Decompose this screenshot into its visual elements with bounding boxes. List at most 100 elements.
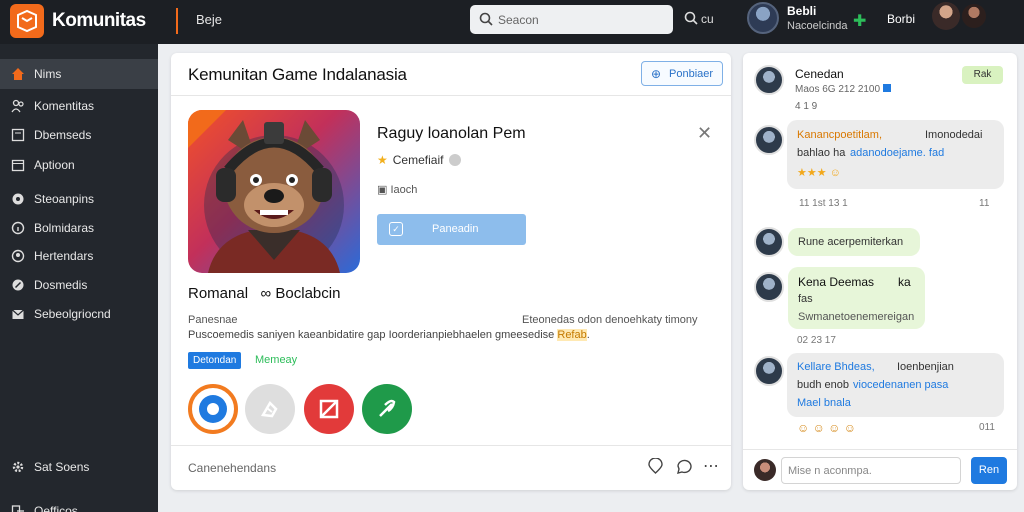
more-icon[interactable]: ⋯ [703, 456, 719, 476]
game-cover-image[interactable] [188, 110, 360, 273]
chat-header-name: Cenedan [795, 67, 844, 81]
share-button-4[interactable] [362, 384, 412, 434]
avatar[interactable] [754, 356, 784, 386]
sidebar-item-edit[interactable]: Dosmedis [0, 270, 158, 300]
main-card: Kemunitan Game Indalanasia ⊕ Ponbiaer Ra… [171, 53, 731, 490]
avatar[interactable] [754, 125, 784, 155]
sidebar-item-people[interactable]: Hertendars [0, 241, 158, 271]
brand-name[interactable]: Komunitas [52, 10, 146, 32]
join-button-label: Paneadin [432, 223, 479, 235]
sidebar-item-mail[interactable]: Sebeolgriocnd [0, 299, 158, 329]
avatar[interactable] [754, 65, 784, 95]
sidebar-item-label: Oefficos [34, 504, 78, 512]
game-sub: ▣ Iaoch [377, 183, 417, 196]
chat-message[interactable]: Kellare Bhdeas, Ioenbenjian budh enob vi… [787, 353, 1004, 417]
message-text: Swmanetoenemereigan [798, 311, 915, 323]
footer-label: Canenehendans [188, 461, 277, 475]
logo[interactable] [10, 4, 44, 38]
share-button-2[interactable] [245, 384, 295, 434]
avatar[interactable] [754, 227, 784, 257]
chat-message[interactable]: Rune acerpemiterkan [788, 228, 920, 256]
message-text: Kena Deemas [798, 275, 875, 289]
flag-icon [319, 399, 339, 419]
avatar[interactable] [747, 2, 779, 34]
top-right-label[interactable]: Borbi [887, 12, 915, 26]
share-button-3[interactable] [304, 384, 354, 434]
reaction-icon[interactable]: ☺ ☺ ☺ ☺ [797, 421, 856, 435]
sidebar-item-documents[interactable]: Dbemseds [0, 120, 158, 150]
message-text: Ioenbenjian [897, 361, 954, 373]
location-icon[interactable] [647, 458, 664, 475]
logo-icon [17, 9, 37, 33]
avatar[interactable] [962, 4, 986, 28]
description-text: Puscoemedis saniyen kaeanbidatire gap Io… [188, 329, 590, 341]
search-box[interactable] [470, 5, 673, 34]
avatar[interactable] [754, 272, 784, 302]
sidebar-item-home[interactable]: Nims [0, 59, 158, 89]
follow-button-label: Ponbiaer [669, 68, 714, 80]
sidebar-item-label: Steoanpins [34, 192, 95, 206]
infinity-icon: ∞ [252, 285, 272, 302]
share-circle-button[interactable] [188, 384, 238, 434]
document-icon [11, 128, 25, 142]
search-label[interactable]: cu [701, 12, 714, 26]
user-name[interactable]: Bebli [787, 4, 816, 18]
join-button[interactable]: ✓ Paneadin [377, 214, 526, 245]
sidebar-item-settings-bottom[interactable]: Sat Soens [0, 452, 158, 482]
page-label[interactable]: Beje [196, 12, 222, 27]
search-icon[interactable] [684, 11, 698, 25]
avatar[interactable] [932, 2, 960, 30]
mail-icon [12, 309, 24, 319]
search-icon [479, 12, 493, 26]
chat-input-row: Ren [743, 449, 1017, 490]
sidebar-item-label: Sebeolgriocnd [34, 307, 111, 321]
calendar-icon [11, 159, 25, 172]
chat-panel: Cenedan Maos 6G 212 2100 4 1 9 Rak Kanan… [743, 53, 1017, 490]
timestamp: 11 1st 13 1 [799, 198, 848, 209]
description-label: Panesnae [188, 314, 238, 326]
description-body: Puscoemedis saniyen kaeanbidatire gap Io… [188, 329, 555, 341]
game-sub-text: Iaoch [390, 184, 418, 196]
people-icon [11, 249, 25, 263]
gear-icon [12, 461, 24, 473]
user-plus-icon: ⊕ [651, 67, 662, 81]
description-highlight: Refab [557, 329, 587, 341]
developer-name: Romanal ∞ Boclabcin [188, 285, 340, 302]
user-subtitle: Nacoelcinda [787, 20, 848, 32]
chat-header-meta: 4 1 9 [795, 101, 818, 112]
sidebar-item-calendar[interactable]: Aptioon [0, 150, 158, 180]
send-button[interactable]: Ren [971, 457, 1007, 484]
status-dot-icon [449, 154, 462, 166]
sidebar-item-community[interactable]: Komentitas [0, 91, 158, 121]
sidebar-item-label: Komentitas [34, 99, 95, 113]
sidebar-item-label: Dbemseds [34, 128, 92, 142]
tag-primary[interactable]: Detondan [188, 352, 242, 369]
tag-secondary[interactable]: Memeay [255, 354, 297, 366]
chat-message[interactable]: Kanancpoetitlam, Imonodedai bahlao ha ad… [787, 120, 1004, 189]
chat-bubble-icon[interactable] [676, 458, 693, 475]
sidebar-item-info[interactable]: Bolmidaras [0, 213, 158, 243]
sidebar-item-logout[interactable]: Oefficos [0, 496, 158, 512]
star-icon: ★★★ ☺ [797, 167, 841, 179]
chat-message[interactable]: Kena Deemas ka fas Swmanetoenemereigan [788, 267, 925, 329]
message-text: fas [798, 293, 813, 305]
status-badge[interactable]: Rak [962, 66, 1003, 84]
timestamp: 011 [979, 422, 995, 433]
star-icon: ★ [377, 153, 388, 167]
follow-button[interactable]: ⊕ Ponbiaer [641, 61, 723, 86]
close-icon[interactable]: ✕ [697, 123, 712, 144]
sidebar-item-label: Hertendars [34, 249, 94, 263]
info-icon [11, 221, 25, 235]
sidebar-item-label: Nims [34, 67, 62, 81]
sidebar-item-label: Bolmidaras [34, 221, 95, 235]
message-text: budh enob [797, 379, 849, 391]
chat-header-sub-text: Maos 6G 212 2100 [795, 84, 881, 95]
dog-mascot-image [188, 110, 344, 273]
chat-header-sub: Maos 6G 212 2100 [795, 84, 892, 95]
sidebar-item-label: Dosmedis [34, 278, 88, 292]
plus-icon[interactable]: ✚ [853, 11, 866, 31]
search-input[interactable] [498, 11, 668, 28]
sidebar-item-settings[interactable]: Steoanpins [0, 184, 158, 214]
message-input[interactable] [781, 457, 961, 484]
settings-circle-icon [12, 193, 24, 205]
